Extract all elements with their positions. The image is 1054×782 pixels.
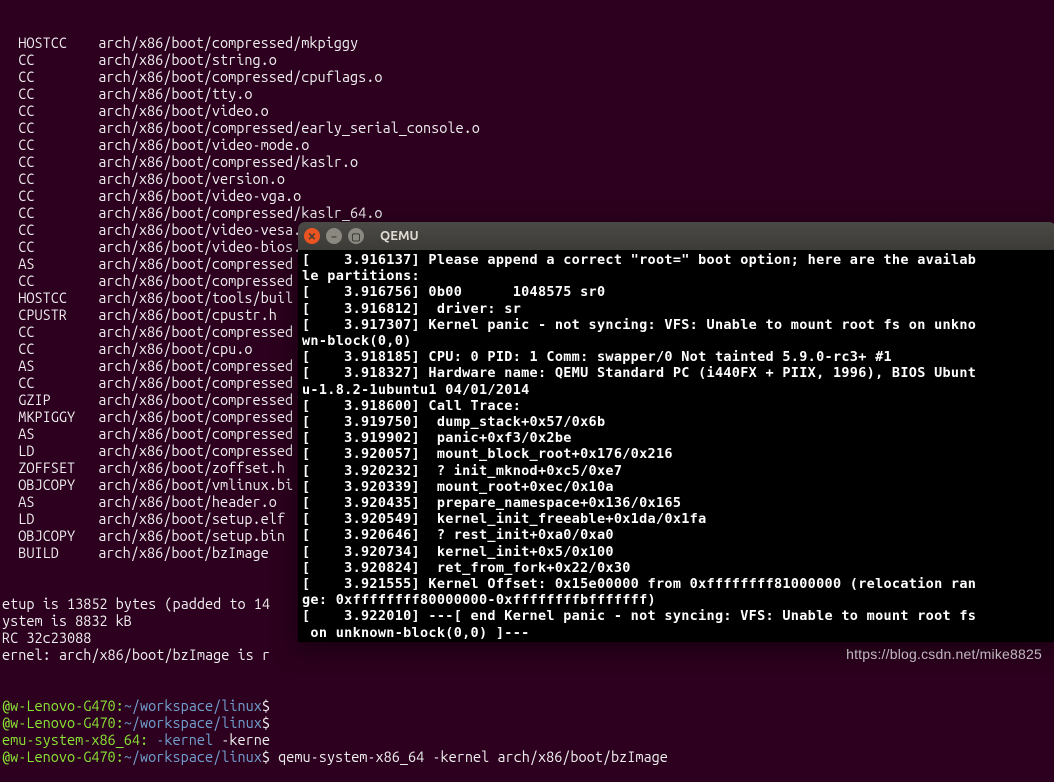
build-line: CCarch/x86/boot/compressed/early_serial_… <box>2 119 1052 136</box>
build-line: HOSTCCarch/x86/boot/compressed/mkpiggy <box>2 34 1052 51</box>
close-icon[interactable]: ✕ <box>304 228 320 244</box>
build-line: CCarch/x86/boot/tty.o <box>2 85 1052 102</box>
shell-prompt-line[interactable]: @w-Lenovo-G470:~/workspace/linux$ <box>2 697 1052 714</box>
qemu-log-line: [ 3.920646] ? rest_init+0xa0/0xa0 <box>302 527 1052 543</box>
build-line: CCarch/x86/boot/compressed/kaslr.o <box>2 153 1052 170</box>
qemu-log-line: [ 3.918185] CPU: 0 PID: 1 Comm: swapper/… <box>302 349 1052 365</box>
qemu-log-line: [ 3.920057] mount_block_root+0x176/0x216 <box>302 446 1052 462</box>
qemu-log-line: on unknown-block(0,0) ]--- <box>302 625 1052 641</box>
minimize-icon[interactable]: – <box>326 228 342 244</box>
qemu-window-title: QEMU <box>380 228 419 245</box>
shell-prompts[interactable]: @w-Lenovo-G470:~/workspace/linux$@w-Leno… <box>2 697 1052 765</box>
qemu-log-line: [ 3.918600] Call Trace: <box>302 398 1052 414</box>
watermark-text: https://blog.csdn.net/mike8825 <box>846 646 1042 663</box>
qemu-log-line: [ 3.920435] prepare_namespace+0x136/0x16… <box>302 495 1052 511</box>
build-line: CCarch/x86/boot/string.o <box>2 51 1052 68</box>
qemu-log-line: [ 3.916137] Please append a correct "roo… <box>302 252 1052 268</box>
shell-prompt-line[interactable]: @w-Lenovo-G470:~/workspace/linux$ <box>2 714 1052 731</box>
qemu-log-line: [ 3.916756] 0b00 1048575 sr0 <box>302 284 1052 300</box>
qemu-log-line: [ 3.916812] driver: sr <box>302 301 1052 317</box>
qemu-log-line: [ 3.917307] Kernel panic - not syncing: … <box>302 317 1052 333</box>
build-line: CCarch/x86/boot/video-vga.o <box>2 187 1052 204</box>
qemu-titlebar[interactable]: ✕ – ▢ QEMU <box>298 222 1054 250</box>
qemu-log-line: [ 3.918327] Hardware name: QEMU Standard… <box>302 365 1052 381</box>
qemu-log-line: [ 3.920232] ? init_mknod+0xc5/0xe7 <box>302 463 1052 479</box>
build-line: CCarch/x86/boot/video.o <box>2 102 1052 119</box>
qemu-console-output: [ 3.916137] Please append a correct "roo… <box>298 250 1054 642</box>
maximize-icon[interactable]: ▢ <box>348 228 364 244</box>
shell-command: qemu-system-x86_64 -kernel arch/x86/boot… <box>278 748 668 765</box>
qemu-window[interactable]: ✕ – ▢ QEMU [ 3.916137] Please append a c… <box>298 222 1054 642</box>
shell-prompt-line[interactable]: emu-system-x86_64: -kernel -kerne <box>2 731 1052 748</box>
qemu-log-line: [ 3.920824] ret_from_fork+0x22/0x30 <box>302 560 1052 576</box>
qemu-log-line: le partitions: <box>302 268 1052 284</box>
qemu-log-line: wn-block(0,0) <box>302 333 1052 349</box>
qemu-log-line: ge: 0xffffffff80000000-0xffffffffbffffff… <box>302 592 1052 608</box>
qemu-log-line: [ 3.921555] Kernel Offset: 0x15e00000 fr… <box>302 576 1052 592</box>
shell-prompt-line[interactable]: @w-Lenovo-G470:~/workspace/linux$ qemu-s… <box>2 748 1052 765</box>
qemu-log-line: [ 3.920339] mount_root+0xec/0x10a <box>302 479 1052 495</box>
build-line: CCarch/x86/boot/compressed/kaslr_64.o <box>2 204 1052 221</box>
build-line: CCarch/x86/boot/version.o <box>2 170 1052 187</box>
build-line: CCarch/x86/boot/video-mode.o <box>2 136 1052 153</box>
qemu-log-line: [ 3.920549] kernel_init_freeable+0x1da/0… <box>302 511 1052 527</box>
qemu-log-line: [ 3.919750] dump_stack+0x57/0x6b <box>302 414 1052 430</box>
qemu-log-line: [ 3.920734] kernel_init+0x5/0x100 <box>302 544 1052 560</box>
qemu-log-line: u-1.8.2-1ubuntu1 04/01/2014 <box>302 382 1052 398</box>
build-line: CCarch/x86/boot/compressed/cpuflags.o <box>2 68 1052 85</box>
qemu-log-line: [ 3.922010] ---[ end Kernel panic - not … <box>302 608 1052 624</box>
qemu-log-line: [ 3.919902] panic+0xf3/0x2be <box>302 430 1052 446</box>
